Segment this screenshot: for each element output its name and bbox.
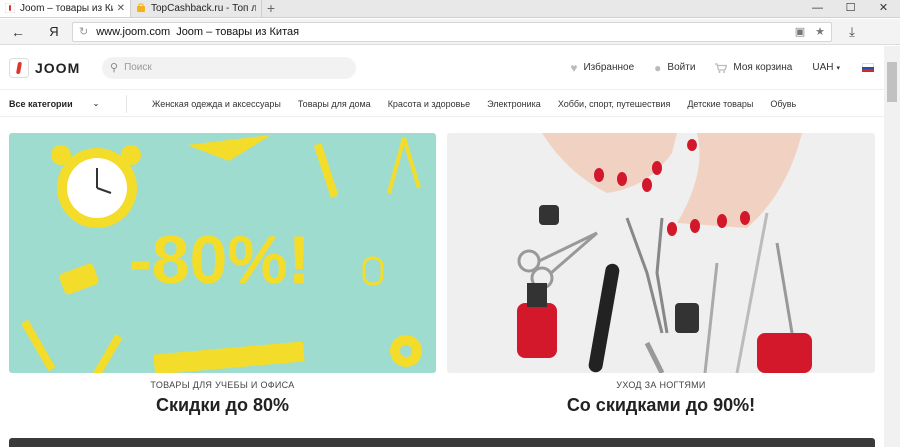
header-actions: ♥ Избранное ● Войти Моя корзина UAH ▾ — [550, 61, 884, 75]
stationery-illustration: -80%! — [21, 135, 422, 373]
tab-title: TopCashback.ru - Топ лучши — [151, 2, 256, 14]
paper-plane-icon — [187, 135, 271, 161]
chevron-down-icon: ▾ — [836, 64, 840, 72]
tab-topcashback[interactable]: TopCashback.ru - Топ лучши — [131, 0, 262, 17]
category-home[interactable]: Товары для дома — [298, 99, 371, 109]
favorites-link[interactable]: ♥ Избранное — [570, 61, 634, 75]
discount-graphic-text: -80%! — [129, 222, 310, 298]
category-electronics[interactable]: Электроника — [487, 99, 541, 109]
alarm-clock-icon — [51, 145, 141, 228]
scrollbar-thumb[interactable] — [887, 62, 897, 102]
download-icon[interactable]: ⤓ — [832, 24, 872, 40]
cart-label: Моя корзина — [733, 62, 793, 73]
logo-text: JOOM — [35, 59, 81, 76]
search-icon: ⚲ — [110, 62, 119, 74]
topcashback-favicon-icon — [137, 3, 145, 12]
close-window-button[interactable]: ✕ — [867, 0, 900, 17]
tab-title: Joom – товары из Китая — [20, 2, 113, 14]
category-shoes[interactable]: Обувь — [770, 99, 796, 109]
banner-stationery[interactable]: -80%! — [9, 133, 436, 373]
category-bar: Все категории ⌄ Женская одежда и аксессу… — [0, 91, 884, 117]
currency-selector[interactable]: UAH ▾ — [812, 62, 840, 73]
banner-title[interactable]: Скидки до 80% — [9, 395, 436, 416]
category-hobby[interactable]: Хобби, спорт, путешествия — [558, 99, 671, 109]
nail-polish-icon — [517, 205, 812, 373]
back-button[interactable]: ← — [0, 24, 36, 40]
login-link[interactable]: ● Войти — [654, 61, 695, 75]
joom-logo-icon — [9, 57, 29, 78]
yandex-button[interactable]: Я — [36, 24, 72, 39]
category-kids[interactable]: Детские товары — [687, 99, 753, 109]
all-categories-dropdown[interactable]: Все категории ⌄ — [9, 94, 127, 113]
heart-icon: ♥ — [570, 60, 578, 75]
scissors-icon — [517, 231, 598, 290]
banner-title[interactable]: Со скидками до 90%! — [447, 395, 875, 416]
url-field[interactable]: ↻ www.joom.com Joom – товары из Китая ▣ … — [72, 21, 832, 42]
joom-logo[interactable]: JOOM — [9, 57, 99, 78]
tab-joom[interactable]: Joom – товары из Китая ✕ — [0, 0, 131, 17]
search-input[interactable] — [124, 62, 325, 73]
login-label: Войти — [667, 62, 696, 73]
close-tab-icon[interactable]: ✕ — [117, 3, 125, 14]
russia-flag-icon[interactable] — [862, 63, 874, 73]
user-icon: ● — [654, 60, 662, 75]
browser-tab-bar: Joom – товары из Китая ✕ TopCashback.ru … — [0, 0, 900, 18]
category-beauty[interactable]: Красота и здоровье — [388, 99, 470, 109]
favorites-label: Избранное — [583, 62, 635, 73]
banner-stationery-caption: ТОВАРЫ ДЛЯ УЧЕБЫ И ОФИСА Скидки до 80% — [9, 380, 436, 416]
cart-icon — [715, 62, 728, 73]
category-womens-clothing[interactable]: Женская одежда и аксессуары — [152, 99, 281, 109]
protect-icon[interactable]: ▣ — [795, 25, 805, 38]
page-scrollbar[interactable] — [884, 46, 900, 447]
url-domain: www.joom.com — [96, 25, 171, 38]
currency-label: UAH — [812, 62, 834, 73]
banner-nail-care[interactable] — [447, 133, 875, 373]
cart-link[interactable]: Моя корзина — [715, 62, 792, 73]
joom-favicon-icon — [5, 3, 15, 13]
maximize-button[interactable]: ☐ — [834, 0, 867, 17]
window-controls: — ☐ ✕ — [801, 0, 900, 17]
minimize-button[interactable]: — — [801, 0, 834, 17]
address-bar-row: ← Я ↻ www.joom.com Joom – товары из Кита… — [0, 19, 900, 45]
next-banner-peek[interactable] — [9, 438, 875, 447]
all-categories-label: Все категории — [9, 98, 73, 109]
search-box[interactable]: ⚲ — [102, 56, 356, 79]
new-tab-button[interactable]: + — [262, 0, 280, 17]
url-page-title: Joom – товары из Китая — [176, 25, 300, 38]
bookmark-star-icon[interactable]: ★ — [815, 25, 825, 38]
banner-subtitle: ТОВАРЫ ДЛЯ УЧЕБЫ И ОФИСА — [150, 380, 295, 390]
site-header: JOOM ⚲ ♥ Избранное ● Войти Моя корзина U… — [0, 46, 884, 90]
banner-subtitle: УХОД ЗА НОГТЯМИ — [616, 380, 706, 390]
nail-care-illustration — [517, 133, 812, 373]
reload-icon[interactable]: ↻ — [79, 25, 88, 38]
banner-nail-caption: УХОД ЗА НОГТЯМИ Со скидками до 90%! — [447, 380, 875, 416]
chevron-down-icon: ⌄ — [92, 99, 100, 108]
